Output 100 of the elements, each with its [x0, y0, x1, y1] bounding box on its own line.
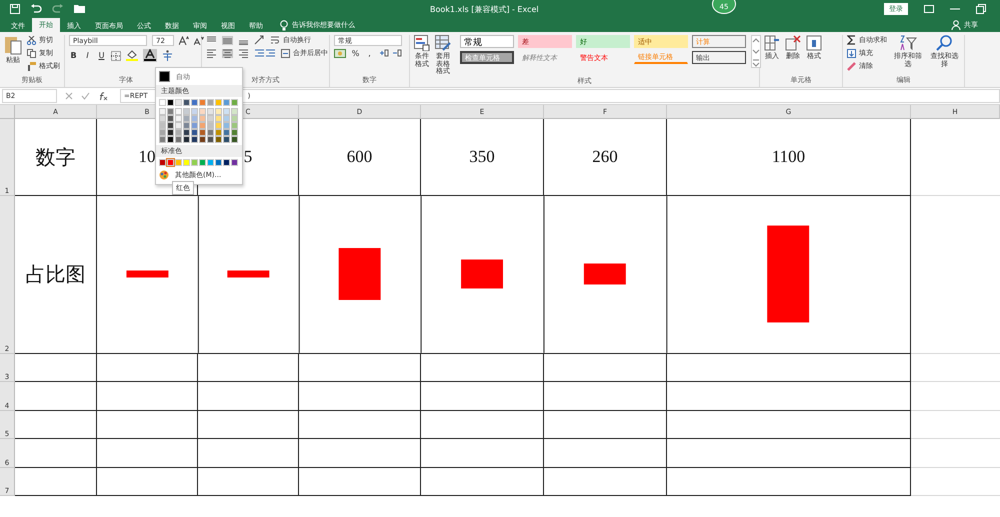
color-swatch[interactable]: [215, 159, 222, 166]
color-swatch[interactable]: [223, 122, 230, 129]
color-swatch[interactable]: [159, 99, 166, 106]
scroll-up-icon[interactable]: [752, 36, 760, 45]
color-swatch[interactable]: [167, 129, 174, 136]
cell-style[interactable]: 常规: [460, 35, 514, 48]
color-swatch[interactable]: [223, 136, 230, 143]
scroll-down-icon[interactable]: [752, 47, 760, 56]
color-swatch[interactable]: [207, 108, 214, 115]
color-swatch[interactable]: [215, 99, 222, 106]
italic-button[interactable]: I: [83, 51, 92, 60]
color-swatch[interactable]: [207, 159, 214, 166]
comma-button[interactable]: ,: [365, 49, 374, 58]
color-swatch[interactable]: [215, 122, 222, 129]
color-swatch[interactable]: [167, 159, 174, 166]
color-swatch[interactable]: [199, 108, 206, 115]
color-swatch[interactable]: [167, 115, 174, 122]
currency-icon[interactable]: [334, 49, 346, 58]
align-top-icon[interactable]: [206, 36, 217, 44]
color-swatch[interactable]: [191, 129, 198, 136]
color-swatch[interactable]: [215, 115, 222, 122]
color-swatch[interactable]: [191, 159, 198, 166]
redo-icon[interactable]: [52, 4, 64, 14]
color-swatch[interactable]: [231, 99, 238, 106]
select-all-corner[interactable]: [0, 105, 15, 119]
color-swatch[interactable]: [183, 108, 190, 115]
color-swatch[interactable]: [207, 122, 214, 129]
underline-button[interactable]: U: [97, 51, 106, 60]
color-swatch[interactable]: [215, 136, 222, 143]
align-middle-icon[interactable]: [222, 36, 233, 44]
color-swatch[interactable]: [223, 159, 230, 166]
color-swatch[interactable]: [183, 122, 190, 129]
color-swatch[interactable]: [231, 129, 238, 136]
color-swatch[interactable]: [191, 115, 198, 122]
bold-button[interactable]: B: [69, 51, 78, 60]
color-swatch[interactable]: [175, 108, 182, 115]
align-center-icon[interactable]: [222, 48, 233, 58]
color-swatch[interactable]: [183, 99, 190, 106]
color-swatch[interactable]: [159, 108, 166, 115]
fill-color-icon[interactable]: [126, 50, 138, 61]
color-swatch[interactable]: [183, 115, 190, 122]
color-swatch[interactable]: [207, 129, 214, 136]
folder-icon[interactable]: [74, 4, 86, 14]
enter-icon[interactable]: [81, 92, 90, 100]
color-swatch[interactable]: [175, 99, 182, 106]
color-swatch[interactable]: [175, 115, 182, 122]
color-swatch[interactable]: [199, 136, 206, 143]
color-swatch[interactable]: [215, 129, 222, 136]
decimal-icon[interactable]: [379, 49, 403, 58]
align-left-icon[interactable]: [206, 48, 217, 58]
restore-icon[interactable]: [976, 4, 986, 14]
color-swatch[interactable]: [191, 136, 198, 143]
align-right-icon[interactable]: [238, 48, 249, 58]
color-swatch[interactable]: [175, 129, 182, 136]
color-swatch[interactable]: [207, 136, 214, 143]
percent-button[interactable]: %: [351, 49, 360, 58]
color-swatch[interactable]: [199, 115, 206, 122]
color-swatch[interactable]: [167, 136, 174, 143]
color-swatch[interactable]: [183, 159, 190, 166]
color-swatch[interactable]: [191, 122, 198, 129]
cancel-icon[interactable]: [65, 92, 73, 100]
color-swatch[interactable]: [215, 108, 222, 115]
color-swatch[interactable]: [159, 159, 166, 166]
ribbon-display-icon[interactable]: [924, 5, 934, 13]
color-swatch[interactable]: [183, 136, 190, 143]
shrink-font-icon[interactable]: [194, 36, 204, 45]
orientation-icon[interactable]: [254, 35, 266, 45]
color-swatch[interactable]: [199, 99, 206, 106]
color-swatch[interactable]: [223, 129, 230, 136]
color-swatch[interactable]: [231, 108, 238, 115]
color-swatch[interactable]: [207, 99, 214, 106]
color-swatch[interactable]: [191, 108, 198, 115]
function-icon[interactable]: [98, 92, 108, 100]
phonetic-icon[interactable]: [162, 50, 173, 61]
color-swatch[interactable]: [159, 129, 166, 136]
grow-font-icon[interactable]: [179, 36, 189, 45]
color-swatch[interactable]: [167, 108, 174, 115]
save-icon[interactable]: [10, 4, 20, 14]
color-swatch[interactable]: [199, 122, 206, 129]
color-swatch[interactable]: [167, 99, 174, 106]
color-swatch[interactable]: [175, 122, 182, 129]
color-swatch[interactable]: [223, 115, 230, 122]
color-swatch[interactable]: [231, 122, 238, 129]
color-swatch[interactable]: [199, 129, 206, 136]
color-swatch[interactable]: [159, 115, 166, 122]
color-swatch[interactable]: [175, 136, 182, 143]
borders-icon[interactable]: [111, 50, 121, 60]
color-swatch[interactable]: [231, 159, 238, 166]
color-swatch[interactable]: [231, 136, 238, 143]
color-swatch[interactable]: [223, 108, 230, 115]
color-swatch[interactable]: [199, 159, 206, 166]
color-swatch[interactable]: [167, 122, 174, 129]
color-swatch[interactable]: [223, 99, 230, 106]
undo-icon[interactable]: [30, 4, 42, 14]
color-swatch[interactable]: [159, 122, 166, 129]
color-swatch[interactable]: [231, 115, 238, 122]
minimize-icon[interactable]: [950, 8, 960, 10]
color-swatch[interactable]: [191, 99, 198, 106]
more-styles-icon[interactable]: [752, 58, 760, 67]
color-swatch[interactable]: [207, 115, 214, 122]
